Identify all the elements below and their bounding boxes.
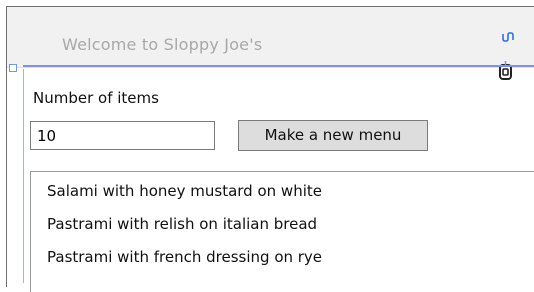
selection-handle-icon[interactable] (9, 64, 17, 72)
list-item[interactable]: Pastrami with relish on italian bread (47, 215, 317, 233)
selection-guide-vertical (23, 69, 24, 283)
designer-glyph-icon[interactable] (501, 30, 515, 44)
make-menu-button[interactable]: Make a new menu (238, 120, 428, 151)
menu-list[interactable]: Salami with honey mustard on white Pastr… (30, 171, 534, 292)
window-title: Welcome to Sloppy Joe's (62, 35, 263, 54)
items-count-label: Number of items (33, 89, 159, 107)
designer-window: Welcome to Sloppy Joe's Number of items … (6, 6, 534, 292)
list-item[interactable]: Salami with honey mustard on white (47, 182, 322, 200)
selection-guide-horizontal (23, 65, 534, 67)
items-count-input[interactable] (30, 121, 215, 150)
list-item[interactable]: Pastrami with french dressing on rye (47, 248, 322, 266)
title-bar: Welcome to Sloppy Joe's (7, 7, 534, 68)
